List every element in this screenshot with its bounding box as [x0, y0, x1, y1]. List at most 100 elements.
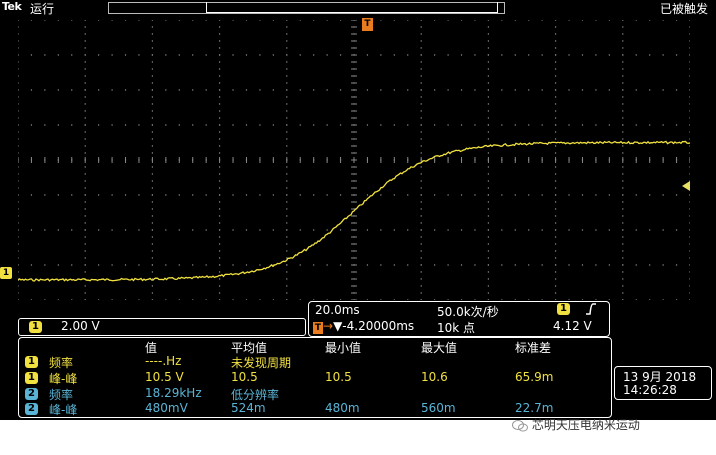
grid-dot	[487, 166, 490, 168]
grid-dot	[528, 20, 530, 21]
trigger-position-marker[interactable]: T	[362, 18, 373, 31]
grid-dot	[501, 229, 503, 231]
grid-dot	[622, 173, 624, 175]
grid-dot	[420, 187, 422, 189]
timebase-readout[interactable]: 20.0ms 50.0k次/秒 1 T →▼-4.20000ms 10k 点 4.…	[308, 301, 610, 337]
grid-dot	[286, 26, 288, 28]
grid-dot	[151, 26, 154, 28]
grid-dot	[622, 75, 624, 77]
grid-dot	[84, 292, 86, 294]
grid-dot	[286, 75, 288, 77]
grid-dot	[71, 229, 73, 231]
trigger-level: 4.12 V	[553, 319, 592, 333]
grid-dot	[205, 54, 207, 56]
grid-dot	[165, 264, 167, 266]
grid-dot	[608, 89, 611, 91]
grid-dot	[554, 208, 557, 210]
grid-dot	[689, 138, 690, 140]
grid-dot	[554, 236, 557, 238]
grid-dot	[528, 124, 530, 126]
grid-dot	[18, 61, 19, 63]
grid-dot	[581, 264, 584, 266]
grid-dot	[30, 89, 33, 91]
grid-dot	[218, 103, 221, 105]
grid-dot	[124, 124, 127, 126]
grid-dot	[84, 82, 86, 84]
grid-dot	[218, 61, 221, 63]
grid-dot	[151, 33, 154, 35]
grid-dot	[259, 124, 261, 126]
grid-dot	[608, 20, 611, 21]
grid-dot	[407, 264, 409, 266]
grid-dot	[339, 229, 342, 231]
grid-dot	[138, 299, 140, 300]
grid-dot	[420, 20, 422, 21]
grid-dot	[487, 229, 490, 231]
grid-dot	[151, 110, 154, 112]
grid-dot	[111, 124, 113, 126]
grid-dot	[380, 264, 382, 266]
grid-dot	[420, 68, 422, 70]
grid-dot	[595, 194, 597, 196]
grid-dot	[138, 194, 140, 196]
grid-dot	[84, 96, 86, 98]
grid-dot	[326, 124, 328, 126]
grid-dot	[84, 89, 86, 91]
grid-dot	[366, 229, 369, 231]
grid-dot	[151, 47, 154, 49]
grid-dot	[286, 173, 288, 175]
ch1-ground-marker[interactable]: 1	[0, 267, 12, 279]
grid-dot	[554, 215, 557, 217]
grid-dot	[18, 257, 19, 259]
grid-dot	[554, 299, 557, 300]
grid-dot	[380, 194, 382, 196]
grid-dot	[178, 264, 180, 266]
grid-dot	[299, 229, 301, 231]
grid-dot	[151, 264, 154, 266]
grid-dot	[84, 201, 86, 203]
grid-dot	[84, 236, 86, 238]
grid-dot	[259, 89, 261, 91]
grid-dot	[393, 229, 396, 231]
grid-dot	[420, 54, 422, 56]
grid-dot	[312, 299, 315, 300]
grid-dot	[151, 194, 154, 196]
grid-dot	[84, 33, 86, 35]
grid-dot	[528, 89, 530, 91]
grid-dot	[218, 47, 221, 49]
grid-dot	[662, 299, 664, 300]
grid-dot	[420, 145, 422, 147]
grid-dot	[622, 103, 624, 105]
grid-dot	[286, 229, 288, 231]
ch1-scale-readout[interactable]: 1 2.00 V	[18, 318, 306, 336]
grid-dot	[84, 173, 86, 175]
grid-dot	[286, 166, 288, 168]
grid-dot	[433, 299, 436, 300]
grid-dot	[57, 20, 60, 21]
grid-dot	[18, 96, 19, 98]
grid-dot	[622, 96, 624, 98]
grid-dot	[205, 229, 207, 231]
trigger-level-arrow-icon[interactable]	[682, 181, 690, 191]
grid-dot	[205, 124, 207, 126]
grid-dot	[151, 236, 154, 238]
grid-dot	[151, 82, 154, 84]
grid-dot	[675, 194, 678, 196]
grid-dot	[312, 194, 315, 196]
grid-dot	[151, 215, 154, 217]
grid-dot	[460, 54, 463, 56]
grid-dot	[487, 243, 490, 245]
grid-dot	[286, 278, 288, 280]
grid-dot	[622, 271, 624, 273]
time: 14:26:28	[623, 383, 677, 397]
grid-dot	[541, 194, 543, 196]
run-state[interactable]: 运行	[30, 0, 54, 17]
grid-dot	[18, 20, 19, 21]
grid-dot	[554, 243, 557, 245]
grid-dot	[662, 194, 664, 196]
grid-dot	[433, 264, 436, 266]
grid-dot	[474, 89, 476, 91]
grid-dot	[380, 89, 382, 91]
grid-dot	[460, 264, 463, 266]
grid-dot	[44, 229, 46, 231]
